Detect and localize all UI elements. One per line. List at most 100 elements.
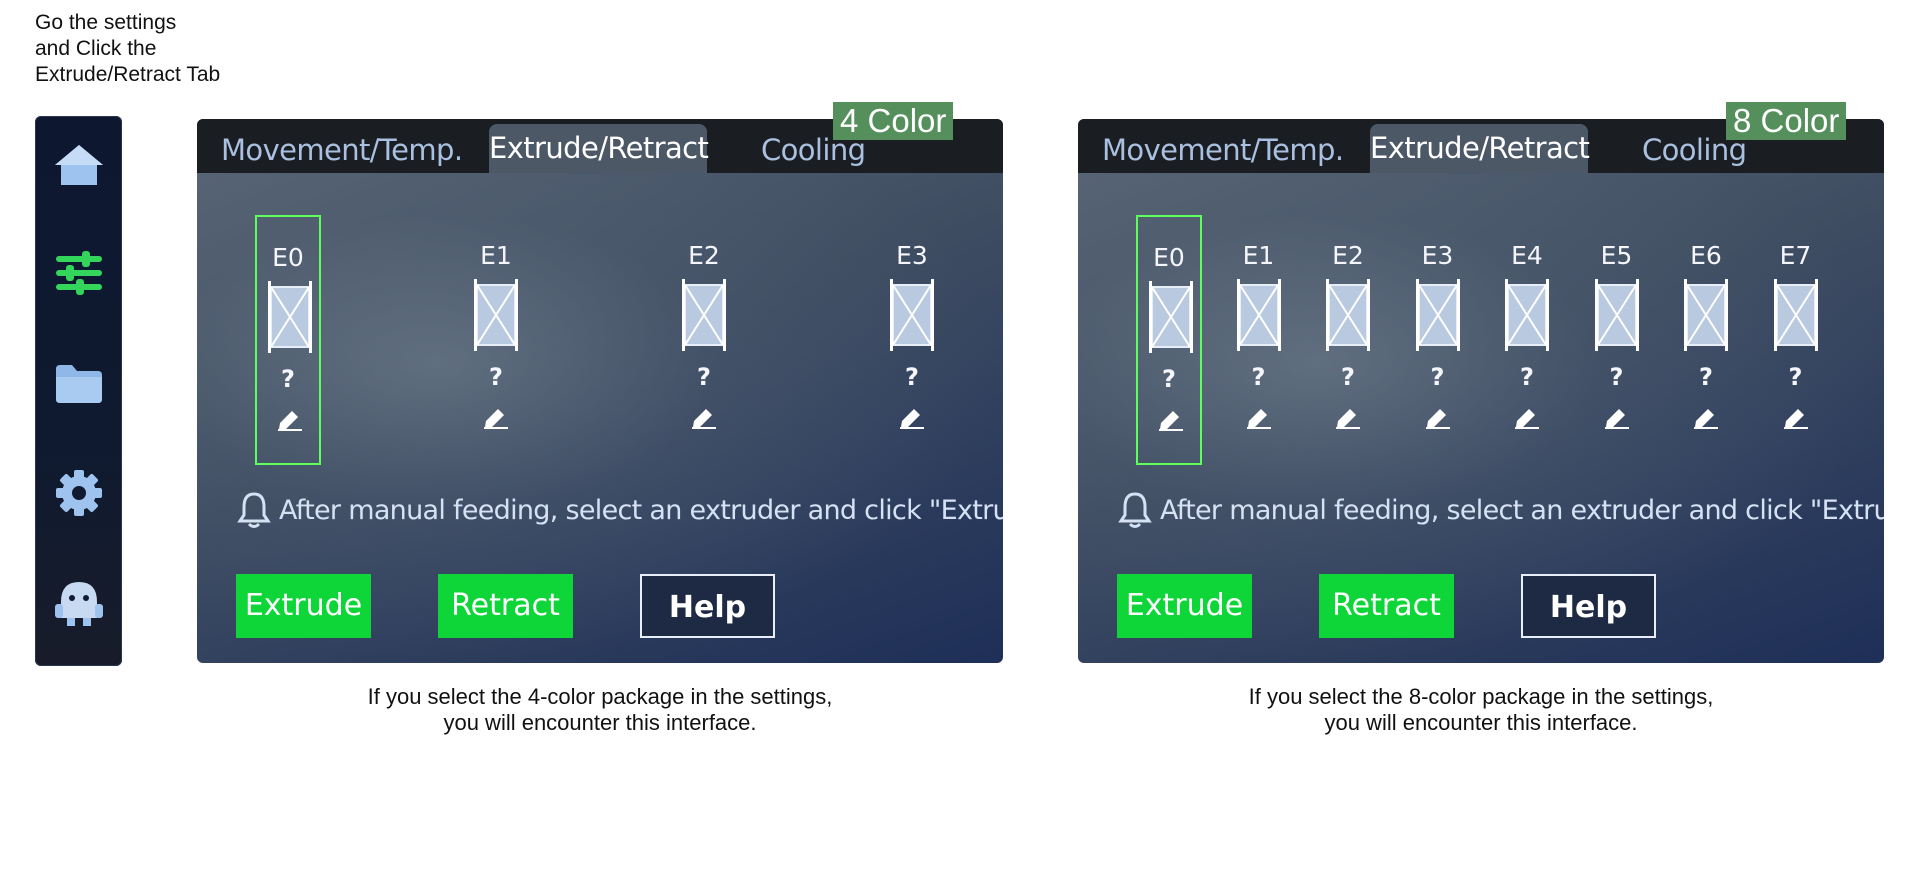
notice-text: After manual feeding, select an extruder… — [279, 494, 1003, 526]
filament-spool-icon — [1773, 277, 1818, 353]
tab-movement-temp[interactable]: Movement/Temp. — [221, 127, 463, 173]
filament-spool-icon — [1149, 279, 1193, 355]
caption-line-1: If you select the 4-color package in the… — [367, 684, 833, 709]
extruder-label: E4 — [1511, 241, 1543, 270]
extruder-label: E2 — [688, 241, 720, 270]
extruder-label: E2 — [1332, 241, 1364, 270]
edit-icon[interactable] — [1334, 403, 1362, 429]
instruction-line-2: and Click the — [35, 37, 157, 60]
extruder-slot-e6[interactable]: E6? — [1673, 215, 1739, 465]
edit-icon[interactable] — [482, 403, 510, 429]
extruder-slot-e1[interactable]: E1? — [1226, 215, 1292, 465]
caption-8-color: If you select the 8-color package in the… — [1078, 684, 1884, 736]
sidebar — [35, 116, 122, 666]
edit-icon[interactable] — [1157, 405, 1185, 431]
sidebar-item-files[interactable] — [35, 349, 122, 419]
color-count-badge: 8 Color — [1726, 102, 1847, 140]
sidebar-item-home[interactable] — [35, 130, 122, 200]
filament-spool-icon — [268, 279, 312, 355]
extruder-label: E7 — [1779, 241, 1812, 270]
edit-icon[interactable] — [1692, 403, 1720, 429]
instruction-line-1: Go the settings — [35, 11, 177, 34]
robot-icon — [54, 582, 103, 626]
extrude-button[interactable]: Extrude — [1117, 574, 1252, 638]
extrude-button[interactable]: Extrude — [236, 574, 371, 638]
extruder-slot-e3[interactable]: E3? — [879, 215, 945, 465]
extruder-label: E1 — [1242, 241, 1275, 270]
filament-spool-icon — [1684, 277, 1728, 353]
filament-spool-icon — [1236, 277, 1281, 353]
sidebar-item-system[interactable] — [35, 458, 122, 528]
caption-line-2: you will encounter this interface. — [1324, 710, 1638, 735]
extruder-slot-e7[interactable]: E7? — [1763, 215, 1829, 465]
filament-spool-icon — [1594, 277, 1639, 353]
extruder-label: E5 — [1600, 241, 1633, 270]
edit-icon[interactable] — [1245, 403, 1273, 429]
caption-line-2: you will encounter this interface. — [443, 710, 757, 735]
filament-type-value: ? — [1609, 363, 1624, 391]
extruder-slot-e3[interactable]: E3? — [1405, 215, 1471, 465]
edit-icon[interactable] — [690, 403, 718, 429]
home-icon — [54, 145, 103, 185]
extruder-label: E3 — [896, 241, 928, 270]
extruder-slot-e0[interactable]: E0? — [255, 215, 321, 465]
feeding-notice: After manual feeding, select an extruder… — [1118, 491, 1884, 529]
instruction-line-3: Extrude/Retract Tab — [35, 63, 221, 86]
filament-type-value: ? — [1788, 363, 1803, 391]
bell-icon — [237, 492, 271, 528]
retract-button[interactable]: Retract — [438, 574, 573, 638]
printer-screen-4-color: Movement/Temp. Extrude/Retract Cooling A… — [197, 119, 1003, 663]
filament-spool-icon — [1505, 277, 1549, 353]
extruder-slot-e4[interactable]: E4? — [1494, 215, 1560, 465]
extruder-slot-e1[interactable]: E1? — [463, 215, 529, 465]
filament-type-value: ? — [697, 363, 711, 391]
instruction-text: Go the settings and Click the Extrude/Re… — [35, 10, 295, 88]
extruder-label: E6 — [1690, 241, 1722, 270]
tab-movement-temp[interactable]: Movement/Temp. — [1102, 127, 1344, 173]
filament-type-value: ? — [1430, 363, 1445, 391]
filament-spool-icon — [890, 277, 934, 353]
tab-extrude-retract[interactable]: Extrude/Retract — [1370, 124, 1590, 173]
extruder-label: E3 — [1421, 241, 1454, 270]
color-count-badge: 4 Color — [833, 102, 954, 140]
filament-type-value: ? — [905, 363, 919, 391]
filament-spool-icon — [474, 277, 518, 353]
gear-icon — [55, 470, 102, 516]
edit-icon[interactable] — [1513, 403, 1541, 429]
help-button[interactable]: Help — [640, 574, 775, 638]
help-button[interactable]: Help — [1521, 574, 1656, 638]
notice-text: After manual feeding, select an extruder… — [1160, 494, 1884, 526]
folder-icon — [55, 365, 102, 403]
extruder-slot-e5[interactable]: E5? — [1584, 215, 1650, 465]
tab-extrude-retract[interactable]: Extrude/Retract — [489, 124, 709, 173]
edit-icon[interactable] — [1603, 403, 1631, 429]
sidebar-item-assistant[interactable] — [35, 568, 122, 638]
filament-spool-icon — [1326, 277, 1370, 353]
caption-4-color: If you select the 4-color package in the… — [197, 684, 1003, 736]
extruder-label: E0 — [1153, 243, 1185, 272]
extruder-slot-e2[interactable]: E2? — [671, 215, 737, 465]
edit-icon[interactable] — [1424, 403, 1452, 429]
caption-line-1: If you select the 8-color package in the… — [1248, 684, 1714, 709]
filament-type-value: ? — [281, 365, 295, 393]
printer-screen-8-color: Movement/Temp. Extrude/Retract Cooling A… — [1078, 119, 1884, 663]
feeding-notice: After manual feeding, select an extruder… — [237, 491, 1003, 529]
filament-type-value: ? — [1162, 365, 1176, 393]
extruder-slot-e2[interactable]: E2? — [1315, 215, 1381, 465]
extruder-slot-e0[interactable]: E0? — [1136, 215, 1202, 465]
bell-icon — [1118, 492, 1152, 528]
retract-button[interactable]: Retract — [1319, 574, 1454, 638]
edit-icon[interactable] — [1782, 403, 1810, 429]
filament-type-value: ? — [1699, 363, 1713, 391]
filament-spool-icon — [1415, 277, 1460, 353]
extruder-label: E0 — [272, 243, 304, 272]
filament-type-value: ? — [1251, 363, 1266, 391]
filament-spool-icon — [682, 277, 726, 353]
edit-icon[interactable] — [898, 403, 926, 429]
filament-type-value: ? — [1341, 363, 1355, 391]
sidebar-item-settings[interactable] — [35, 238, 122, 308]
filament-type-value: ? — [489, 363, 503, 391]
extruder-label: E1 — [480, 241, 512, 270]
edit-icon[interactable] — [276, 405, 304, 431]
sliders-icon — [55, 251, 102, 295]
